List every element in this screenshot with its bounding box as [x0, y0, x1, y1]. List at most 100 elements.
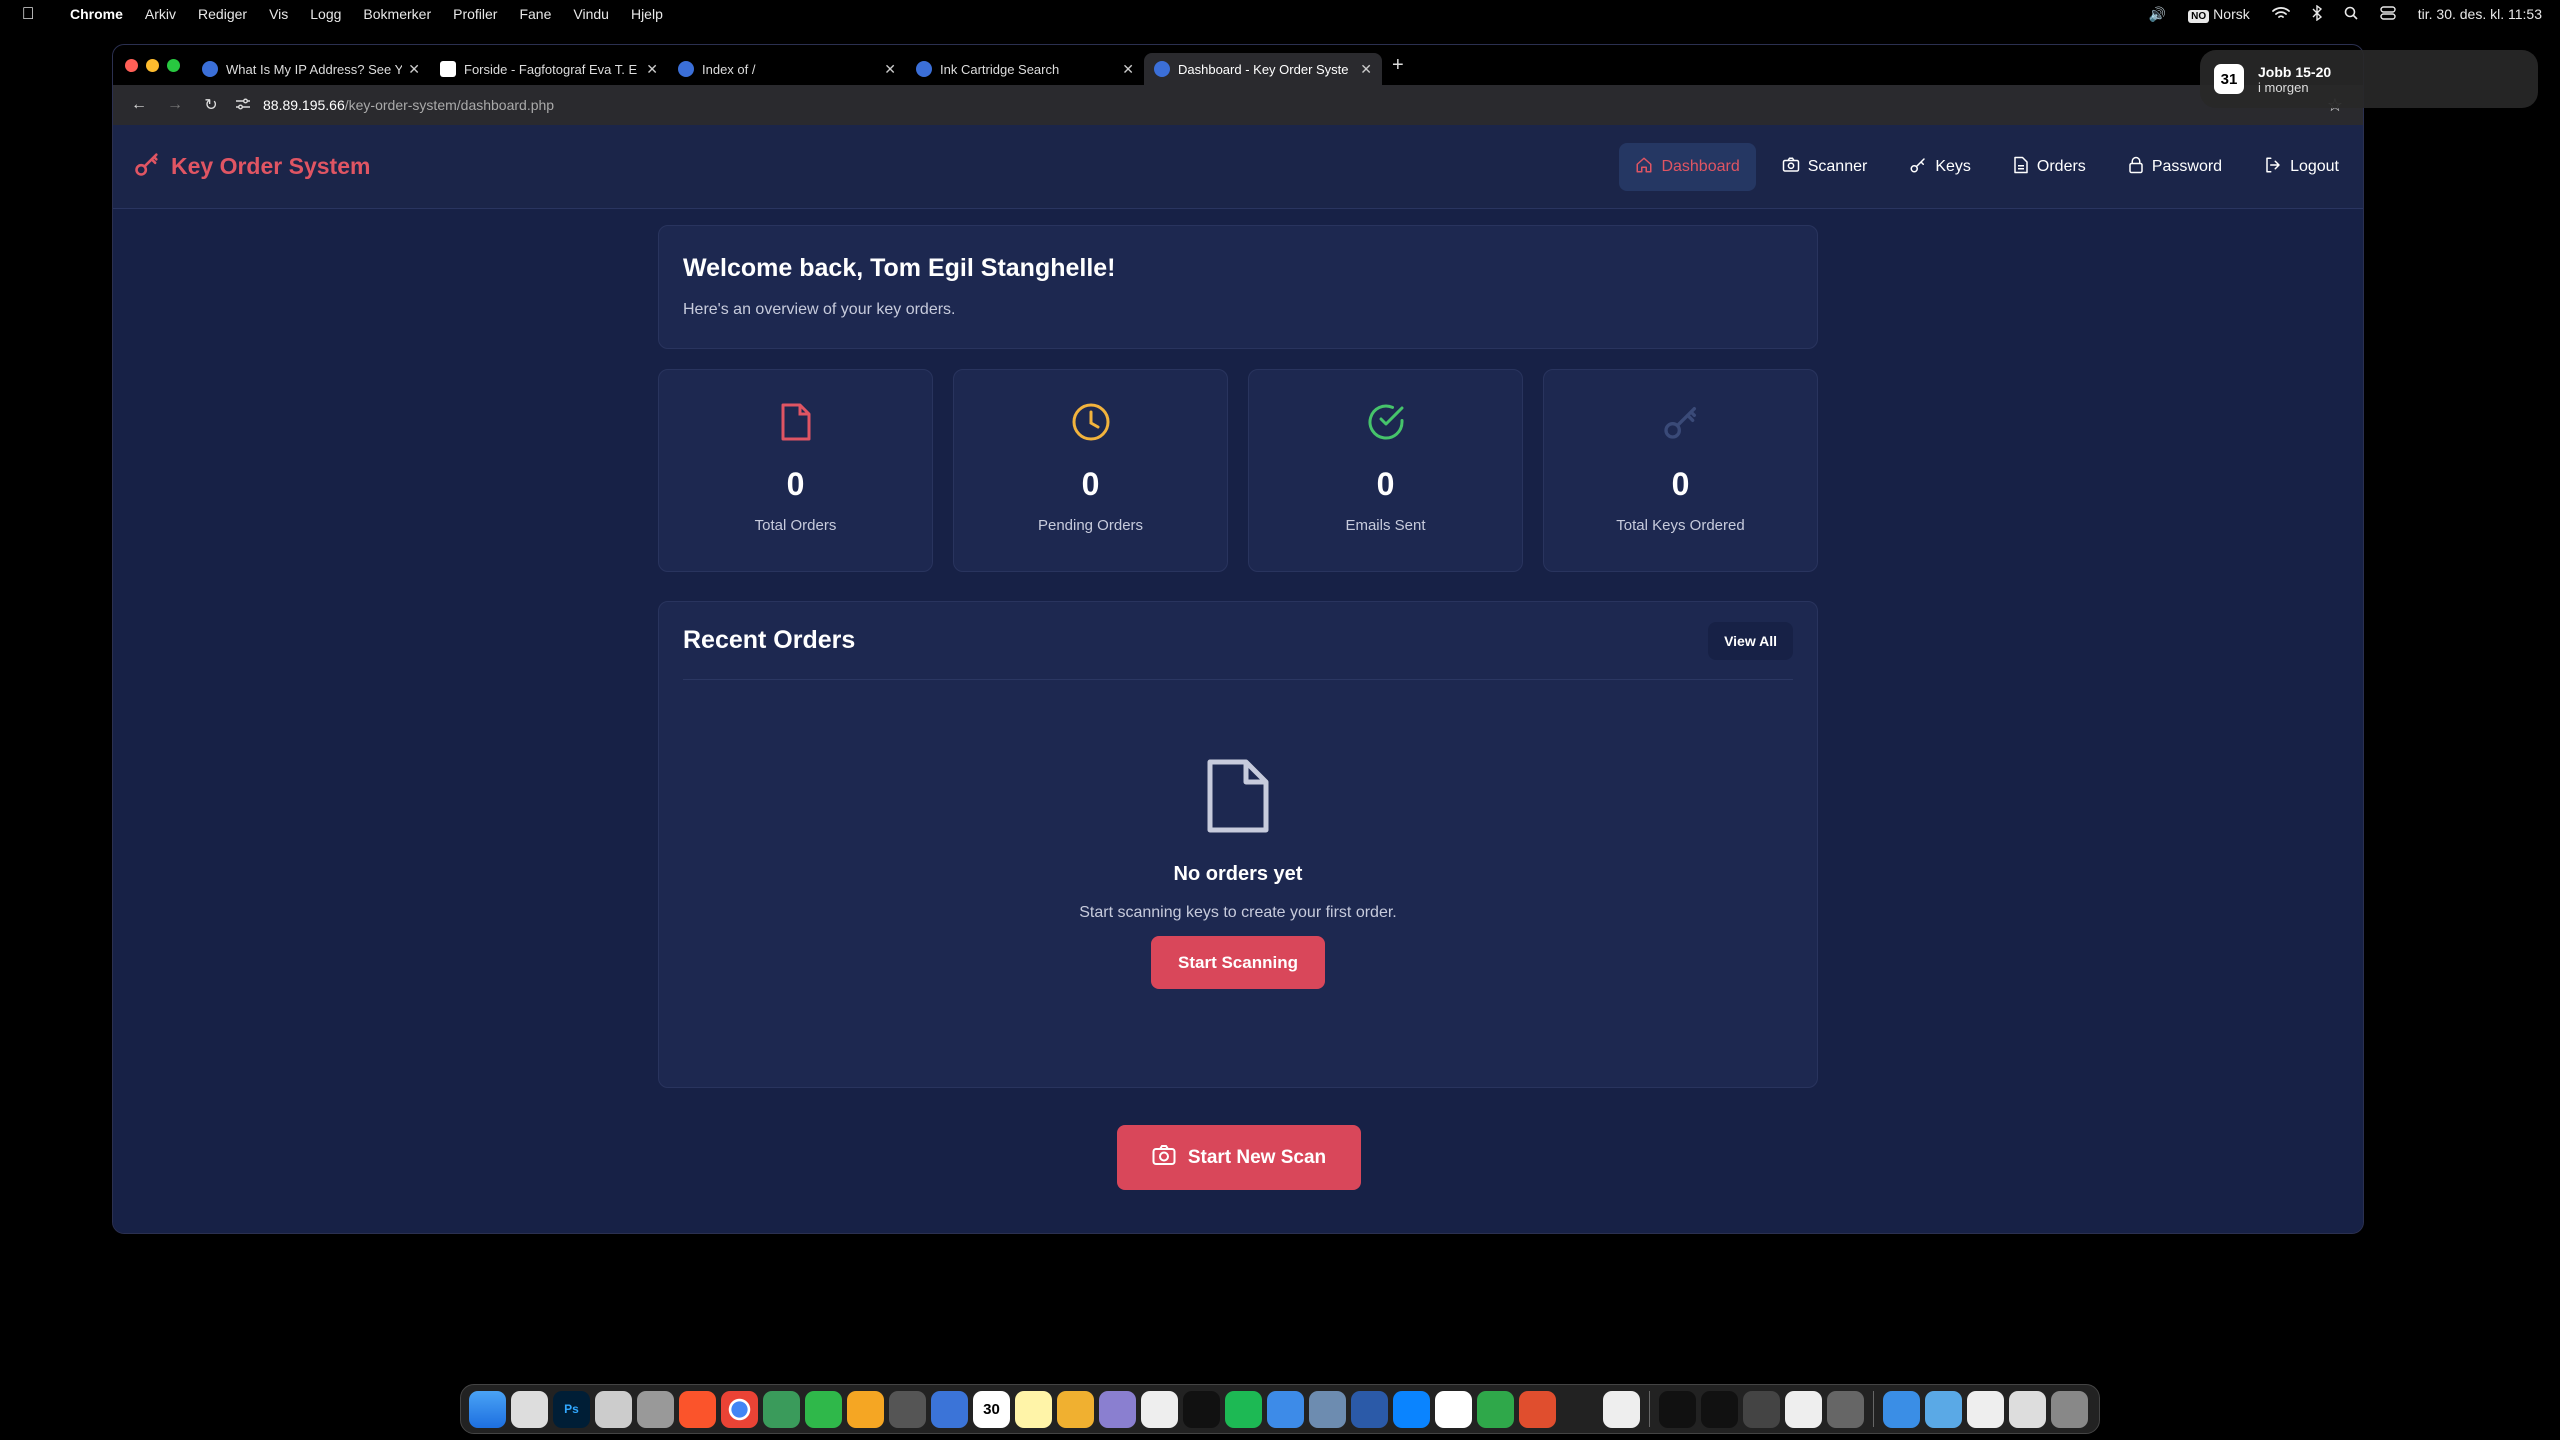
chrome-icon[interactable] [721, 1390, 758, 1428]
nav-dashboard[interactable]: Dashboard [1619, 143, 1756, 191]
close-tab-icon[interactable]: ✕ [1360, 61, 1372, 78]
browser-tab[interactable]: What Is My IP Address? See Y ✕ [192, 53, 430, 85]
menu-fane[interactable]: Fane [519, 6, 551, 22]
app-icon[interactable] [1183, 1390, 1220, 1428]
app-icon[interactable] [1785, 1390, 1822, 1428]
app-icon[interactable] [1099, 1390, 1136, 1428]
notification-title: Jobb 15-20 [2258, 63, 2332, 80]
nav-scanner[interactable]: Scanner [1766, 143, 1884, 191]
dock-separator [1649, 1391, 1650, 1427]
keyboard-input-menu[interactable]: NO Norsk [2188, 6, 2250, 23]
app-icon[interactable] [2009, 1390, 2046, 1428]
keyboard-badge: NO [2188, 10, 2210, 23]
site-settings-icon[interactable] [235, 97, 251, 114]
close-tab-icon[interactable]: ✕ [884, 61, 896, 78]
start-new-scan-button[interactable]: Start New Scan [1117, 1125, 1361, 1190]
folder-icon[interactable] [1925, 1390, 1962, 1428]
trash-icon[interactable] [2051, 1390, 2088, 1428]
close-tab-icon[interactable]: ✕ [408, 61, 420, 78]
nav-label: Password [2151, 158, 2223, 175]
stat-emails-sent: 0 Emails Sent [1248, 369, 1523, 572]
view-all-button[interactable]: View All [1708, 621, 1793, 660]
globe-icon[interactable] [1883, 1390, 1920, 1428]
photoshop-icon[interactable]: Ps [553, 1390, 590, 1428]
menu-hjelp[interactable]: Hjelp [631, 6, 663, 22]
bluetooth-icon[interactable] [2312, 4, 2322, 24]
recent-orders-card: Recent Orders View All No orders yet Sta… [658, 601, 1818, 1088]
spotlight-search-icon[interactable] [2344, 6, 2358, 23]
launchpad-icon[interactable] [511, 1390, 548, 1428]
nav-password[interactable]: Password [2112, 143, 2238, 191]
menubar-clock[interactable]: tir. 30. des. kl. 11:53 [2418, 6, 2542, 22]
chatgpt-icon[interactable] [763, 1390, 800, 1428]
app-navbar: Key Order System Dashboard Scanner Keys [113, 125, 2363, 209]
brave-icon[interactable] [679, 1390, 716, 1428]
app-icon[interactable] [1267, 1390, 1304, 1428]
printer-icon[interactable] [1827, 1390, 1864, 1428]
preview-app-icon[interactable] [637, 1390, 674, 1428]
menu-bokmerker[interactable]: Bokmerker [363, 6, 431, 22]
forward-icon[interactable]: → [165, 96, 185, 114]
app-icon[interactable] [1743, 1390, 1780, 1428]
app-icon[interactable] [1477, 1390, 1514, 1428]
notes-icon[interactable] [1015, 1390, 1052, 1428]
start-scanning-button[interactable]: Start Scanning [1151, 936, 1325, 989]
zoom-window-button[interactable] [167, 58, 180, 72]
calendar-icon[interactable]: 30 [973, 1390, 1010, 1428]
wifi-icon[interactable] [2271, 6, 2290, 23]
address-bar[interactable]: 88.89.195.66/key-order-system/dashboard.… [235, 97, 2327, 114]
menu-vindu[interactable]: Vindu [573, 6, 609, 22]
empty-state: No orders yet Start scanning keys to cre… [683, 680, 1793, 989]
numbers-icon[interactable] [805, 1390, 842, 1428]
cyberduck-icon[interactable] [1057, 1390, 1094, 1428]
nav-logout[interactable]: Logout [2248, 143, 2355, 191]
globe-icon [1154, 61, 1170, 77]
menu-arkiv[interactable]: Arkiv [145, 6, 176, 22]
app-icon[interactable] [931, 1390, 968, 1428]
terminal-icon[interactable] [1701, 1390, 1738, 1428]
close-tab-icon[interactable]: ✕ [646, 61, 658, 78]
messenger-icon[interactable] [1393, 1390, 1430, 1428]
menu-profiler[interactable]: Profiler [453, 6, 497, 22]
minimize-window-button[interactable] [146, 58, 159, 72]
browser-window: What Is My IP Address? See Y ✕ Forside -… [112, 44, 2364, 1234]
browser-tab[interactable]: Index of / ✕ [668, 53, 906, 85]
nav-orders[interactable]: Orders [1997, 143, 2102, 191]
finder-icon[interactable] [469, 1390, 506, 1428]
browser-tab-active[interactable]: Dashboard - Key Order Syste ✕ [1144, 53, 1382, 85]
menu-rediger[interactable]: Rediger [198, 6, 247, 22]
nav-keys[interactable]: Keys [1893, 143, 1987, 191]
elephant-app-icon[interactable] [595, 1390, 632, 1428]
clock-icon [1071, 400, 1111, 444]
menu-vis[interactable]: Vis [269, 6, 288, 22]
app-icon[interactable] [1435, 1390, 1472, 1428]
app-icon[interactable] [1141, 1390, 1178, 1428]
brand-title: Key Order System [171, 153, 371, 179]
pages-icon[interactable] [847, 1390, 884, 1428]
browser-tab[interactable]: Forside - Fagfotograf Eva T. E ✕ [430, 53, 668, 85]
calculator-icon[interactable] [889, 1390, 926, 1428]
app-icon[interactable] [1561, 1390, 1598, 1428]
activity-monitor-icon[interactable] [1659, 1390, 1696, 1428]
app-icon[interactable] [1351, 1390, 1388, 1428]
apple-menu-icon[interactable]:  [20, 4, 36, 23]
brand-logo[interactable]: Key Order System [133, 150, 370, 184]
back-icon[interactable]: ← [129, 96, 149, 114]
app-icon[interactable] [1519, 1390, 1556, 1428]
spotify-icon[interactable] [1225, 1390, 1262, 1428]
app-icon[interactable] [1309, 1390, 1346, 1428]
volume-icon[interactable]: 🔊 [2149, 6, 2166, 23]
menu-app-name[interactable]: Chrome [70, 6, 123, 22]
calendar-notification[interactable]: 31 Jobb 15-20 i morgen [2200, 50, 2538, 108]
start-new-scan-label: Start New Scan [1187, 1146, 1327, 1168]
clock-app-icon[interactable] [1603, 1390, 1640, 1428]
window-controls [125, 58, 180, 72]
reload-icon[interactable]: ↻ [201, 95, 221, 115]
control-center-icon[interactable] [2380, 5, 2396, 23]
close-tab-icon[interactable]: ✕ [1122, 61, 1134, 78]
document-icon[interactable] [1967, 1390, 2004, 1428]
browser-tab[interactable]: Ink Cartridge Search ✕ [906, 53, 1144, 85]
close-window-button[interactable] [125, 58, 138, 72]
menu-logg[interactable]: Logg [310, 6, 341, 22]
new-tab-icon[interactable]: + [1392, 54, 1404, 77]
